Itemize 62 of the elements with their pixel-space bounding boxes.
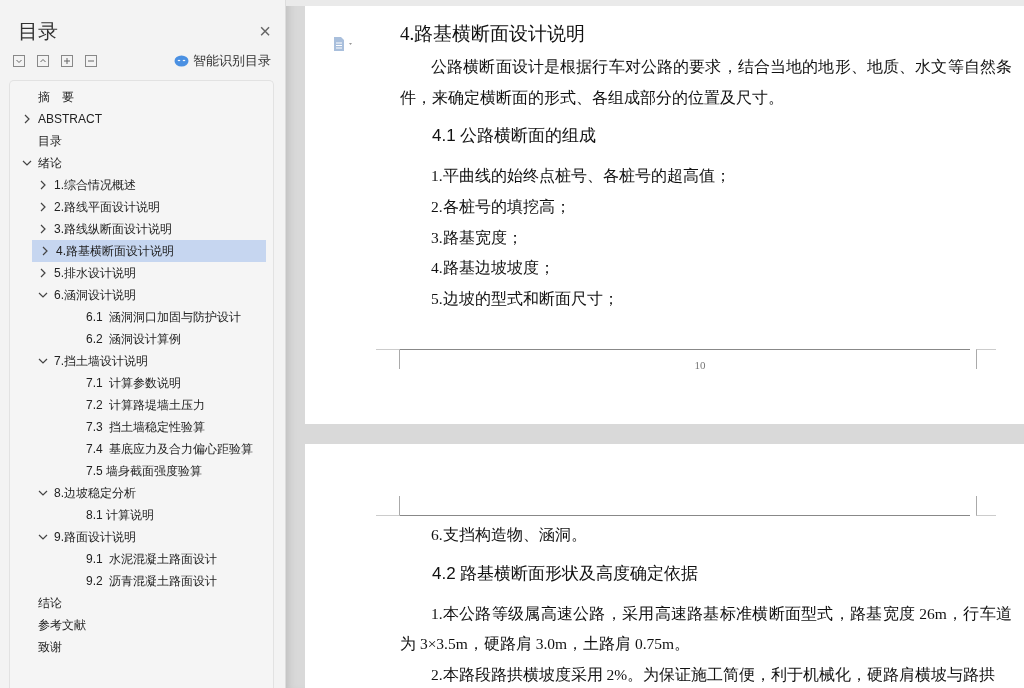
toc-item[interactable]: 6.2 涵洞设计算例 (10, 328, 266, 350)
crop-mark (376, 349, 400, 369)
robot-face-icon[interactable] (174, 55, 189, 67)
toc-item[interactable]: 7.挡土墙设计说明 (10, 350, 266, 372)
toc-item[interactable]: 9.路面设计说明 (10, 526, 266, 548)
toc-item[interactable]: 6.涵洞设计说明 (10, 284, 266, 306)
chevron-right-icon[interactable] (38, 202, 48, 212)
page-number: 10 (693, 359, 707, 371)
chevron-down-icon[interactable] (38, 488, 48, 498)
crop-mark (976, 349, 996, 369)
toc-item[interactable]: 7.2 计算路堤墙土压力 (10, 394, 266, 416)
list-item: 1.平曲线的始终点桩号、各桩号的超高值； (430, 166, 732, 186)
toc-item[interactable]: 4.路基横断面设计说明 (32, 240, 266, 262)
toc-item[interactable]: 9.2 沥青混凝土路面设计 (10, 570, 266, 592)
toc-item[interactable]: 1.综合情况概述 (10, 174, 266, 196)
chevron-right-icon[interactable] (38, 224, 48, 234)
toc-item[interactable]: 摘 要 (10, 86, 266, 108)
chevron-down-icon[interactable] (38, 532, 48, 542)
paragraph: 2.本路段路拱横坡度采用 2%。为保证施工简便，利于机械化，硬路肩横坡与路拱 (430, 664, 997, 685)
toc-item[interactable]: 7.3 挡土墙稳定性验算 (10, 416, 266, 438)
toc-item[interactable]: ABSTRACT (10, 108, 266, 130)
chevron-right-icon[interactable] (38, 180, 48, 190)
chevron-right-icon[interactable] (38, 268, 48, 278)
minus-icon[interactable] (85, 55, 97, 67)
toc-item[interactable]: 8.1 计算说明 (10, 504, 266, 526)
toc-item[interactable]: 3.路线纵断面设计说明 (10, 218, 266, 240)
toc-item[interactable]: 5.排水设计说明 (10, 262, 266, 284)
list-item: 2.各桩号的填挖高； (430, 196, 572, 217)
chevron-down-icon[interactable] (38, 356, 48, 366)
toc-item[interactable]: 结论 (10, 592, 266, 614)
toc-item[interactable]: 致谢 (10, 636, 266, 658)
toc-item[interactable]: 绪论 (10, 152, 266, 174)
smart-toc-button[interactable]: 智能识别目录 (193, 52, 271, 70)
toc-item[interactable]: 9.1 水泥混凝土路面设计 (10, 548, 266, 570)
crop-mark (976, 496, 996, 516)
list-item: 5.边坡的型式和断面尺寸； (430, 289, 620, 310)
toc-item[interactable]: 7.4 基底应力及合力偏心距验算 (10, 438, 266, 460)
collapse-all-icon[interactable] (37, 55, 49, 67)
chevron-down-icon[interactable] (22, 158, 32, 168)
list-item: 3.路基宽度； (430, 227, 524, 248)
close-button[interactable]: × (259, 21, 271, 41)
paragraph: 公路横断面设计是根据行车对公路的要求，结合当地的地形、地质、水文等自然条件，来确定横断面的形式、各组成部分的位置及尺寸。 (400, 57, 1012, 108)
list-item: 6.支挡构造物、涵洞。 (430, 525, 588, 545)
list-item: 4.路基边坡坡度； (430, 258, 556, 279)
paragraph: 1.本公路等级属高速公路，采用高速路基标准横断面型式，路基宽度 26m，行车道为 3×3.5m，硬路肩 3.0m，土路肩 0.75m。 (400, 603, 1012, 655)
toc-item[interactable]: 2.路线平面设计说明 (10, 196, 266, 218)
chevron-right-icon[interactable] (40, 246, 50, 256)
plus-icon[interactable] (61, 55, 73, 67)
toc-item[interactable]: 7.5 墙身截面强度验算 (10, 460, 266, 482)
toc-item[interactable]: 8.边坡稳定分析 (10, 482, 266, 504)
crop-mark (376, 496, 400, 516)
section-heading: 4.路基横断面设计说明 (400, 22, 587, 46)
chevron-right-icon[interactable] (22, 114, 32, 124)
toc-item[interactable]: 6.1 涵洞洞口加固与防护设计 (10, 306, 266, 328)
toc-item[interactable]: 目录 (10, 130, 266, 152)
panel-title: 目录 (18, 18, 58, 44)
toc-item[interactable]: 参考文献 (10, 614, 266, 636)
subsection-heading: 4.2 路基横断面形状及高度确定依据 (431, 562, 700, 585)
chevron-down-icon[interactable] (38, 290, 48, 300)
toc-item[interactable]: 7.1 计算参数说明 (10, 372, 266, 394)
subsection-heading: 4.1 公路横断面的组成 (431, 125, 598, 147)
expand-all-icon[interactable] (13, 55, 25, 67)
